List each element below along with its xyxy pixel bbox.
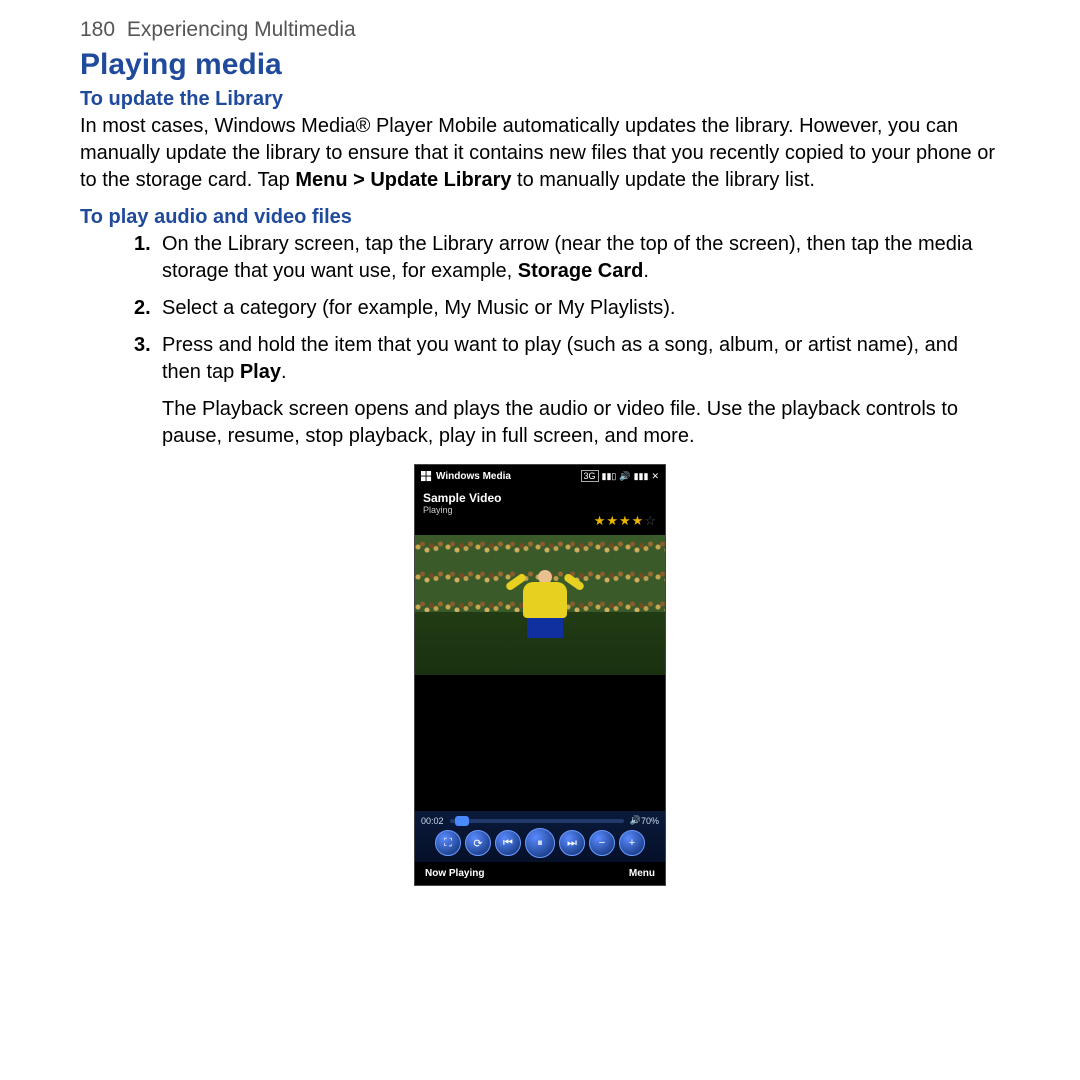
status-bar: Windows Media 3G ▮▮▯ 🔊 ▮▮▮ ✕	[415, 465, 665, 487]
next-button[interactable]: ⏭	[559, 830, 585, 856]
play-pause-button[interactable]: ⏸	[525, 828, 555, 858]
section-title: Playing media	[80, 48, 1000, 82]
steps-list: On the Library screen, tap the Library a…	[80, 231, 1000, 386]
softkey-now-playing[interactable]: Now Playing	[425, 868, 484, 879]
paragraph-update-library: In most cases, Windows Media® Player Mob…	[80, 113, 1000, 194]
seek-bar[interactable]	[450, 819, 624, 823]
bold-storage-card: Storage Card	[518, 260, 644, 282]
text: Select a category (for example, My Music…	[162, 297, 675, 319]
text: .	[281, 361, 287, 383]
speaker-icon: 🔊	[619, 471, 630, 482]
network-3g-icon: 3G	[581, 470, 599, 482]
vol-down-button[interactable]: −	[589, 830, 615, 856]
video-content	[515, 570, 575, 670]
media-title: Sample Video	[423, 491, 657, 505]
battery-icon: ▮▮▮	[634, 471, 649, 482]
subheading-play-files: To play audio and video files	[80, 206, 1000, 229]
page-number: 180	[80, 18, 115, 41]
step-1: On the Library screen, tap the Library a…	[80, 231, 1000, 285]
home-button[interactable]: ⟳	[465, 830, 491, 856]
windows-flag-icon[interactable]	[421, 471, 432, 482]
time-elapsed: 00:02	[421, 816, 444, 826]
paragraph-playback-info: The Playback screen opens and plays the …	[162, 396, 1000, 450]
step-2: Select a category (for example, My Music…	[80, 295, 1000, 322]
volume-icon: 🔊	[630, 815, 641, 826]
rating-stars[interactable]: ★★★★☆	[423, 513, 657, 529]
video-frame[interactable]	[415, 535, 665, 675]
volume-percent: 70%	[641, 816, 659, 826]
subheading-update-library: To update the Library	[80, 88, 1000, 111]
page-header: 180 Experiencing Multimedia	[80, 18, 1000, 42]
media-info-bar: Sample Video Playing ★★★★☆	[415, 487, 665, 531]
statusbar-title: Windows Media	[436, 471, 577, 482]
signal-icon: ▮▮▯	[602, 471, 617, 482]
text: .	[643, 260, 649, 282]
softkey-menu[interactable]: Menu	[629, 868, 655, 879]
prev-button[interactable]: ⏮	[495, 830, 521, 856]
close-icon[interactable]: ✕	[651, 471, 659, 482]
phone-screenshot: Windows Media 3G ▮▮▯ 🔊 ▮▮▮ ✕ Sample Vide…	[414, 464, 666, 886]
text: to manually update the library list.	[511, 169, 815, 191]
step-3: Press and hold the item that you want to…	[80, 332, 1000, 386]
video-letterbox	[415, 675, 665, 811]
playback-controls: 00:02 🔊 70% ⛶ ⟳ ⏮ ⏸ ⏭ − +	[415, 811, 665, 862]
bold-menu-path: Menu > Update Library	[295, 169, 511, 191]
softkey-bar: Now Playing Menu	[415, 862, 665, 885]
fullscreen-button[interactable]: ⛶	[435, 830, 461, 856]
chapter-title: Experiencing Multimedia	[127, 18, 356, 41]
vol-up-button[interactable]: +	[619, 830, 645, 856]
bold-play: Play	[240, 361, 281, 383]
